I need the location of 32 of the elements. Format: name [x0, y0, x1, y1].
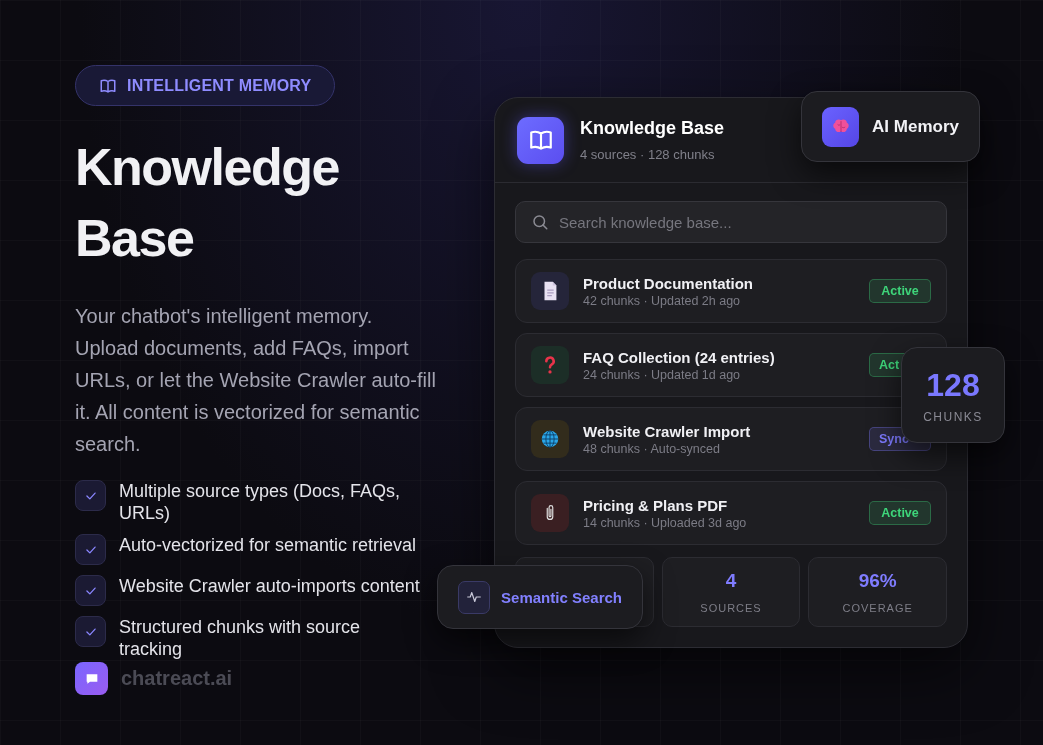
source-name: Website Crawler Import	[583, 422, 752, 440]
source-name: FAQ Collection (24 entries)	[583, 348, 776, 366]
stat-value: 4	[725, 570, 737, 592]
panel-title: Knowledge Base	[580, 118, 725, 139]
source-meta: 48 chunks · Auto-synced	[583, 441, 721, 456]
source-meta: 42 chunks · Updated 2h ago	[583, 293, 742, 308]
feature-text: Auto-vectorized for semantic retrieval	[119, 534, 418, 556]
ai-memory-label: AI Memory	[872, 116, 959, 137]
source-row[interactable]: Pricing & Plans PDF 14 chunks · Uploaded 3d ago Active	[515, 481, 947, 545]
source-meta: 14 chunks · Uploaded 3d ago	[583, 515, 748, 530]
feature-text: Multiple source types (Docs, FAQs, URLs)	[119, 480, 402, 524]
search-field[interactable]: Search knowledge base...	[515, 201, 947, 243]
stat-label: COVERAGE	[842, 602, 913, 614]
source-row[interactable]: Product Documentation 42 chunks · Updated 2h ago Active	[515, 259, 947, 323]
feature-text: Structured chunks with source tracking	[119, 616, 362, 660]
stat-value: 96%	[858, 570, 897, 592]
section-badge-label: INTELLIGENT MEMORY	[127, 76, 312, 95]
panel-subtitle: 4 sources · 128 chunks	[580, 147, 716, 162]
feature-text: Website Crawler auto-imports content	[119, 575, 421, 597]
page-heading: Base	[75, 208, 194, 269]
status-badge: Active	[869, 279, 931, 303]
search-icon	[531, 213, 549, 231]
globe-icon	[539, 428, 561, 450]
description-paragraph: Your chatbot's intelligent memory. Upload documents, add FAQs, import URLs, or let the Website Crawler auto-fill it. All content is vectorized for semantic search.	[75, 304, 437, 457]
brand-name: chatreact.ai	[121, 667, 233, 690]
page-heading: Knowledge	[75, 137, 339, 198]
source-name: Product Documentation	[583, 274, 754, 292]
stat-label: SOURCES	[700, 602, 762, 614]
semantic-search-label: Semantic Search	[501, 588, 622, 606]
status-badge: Active	[869, 501, 931, 525]
source-meta: 24 chunks · Updated 1d ago	[583, 367, 742, 382]
source-name: Pricing & Plans PDF	[583, 496, 729, 514]
